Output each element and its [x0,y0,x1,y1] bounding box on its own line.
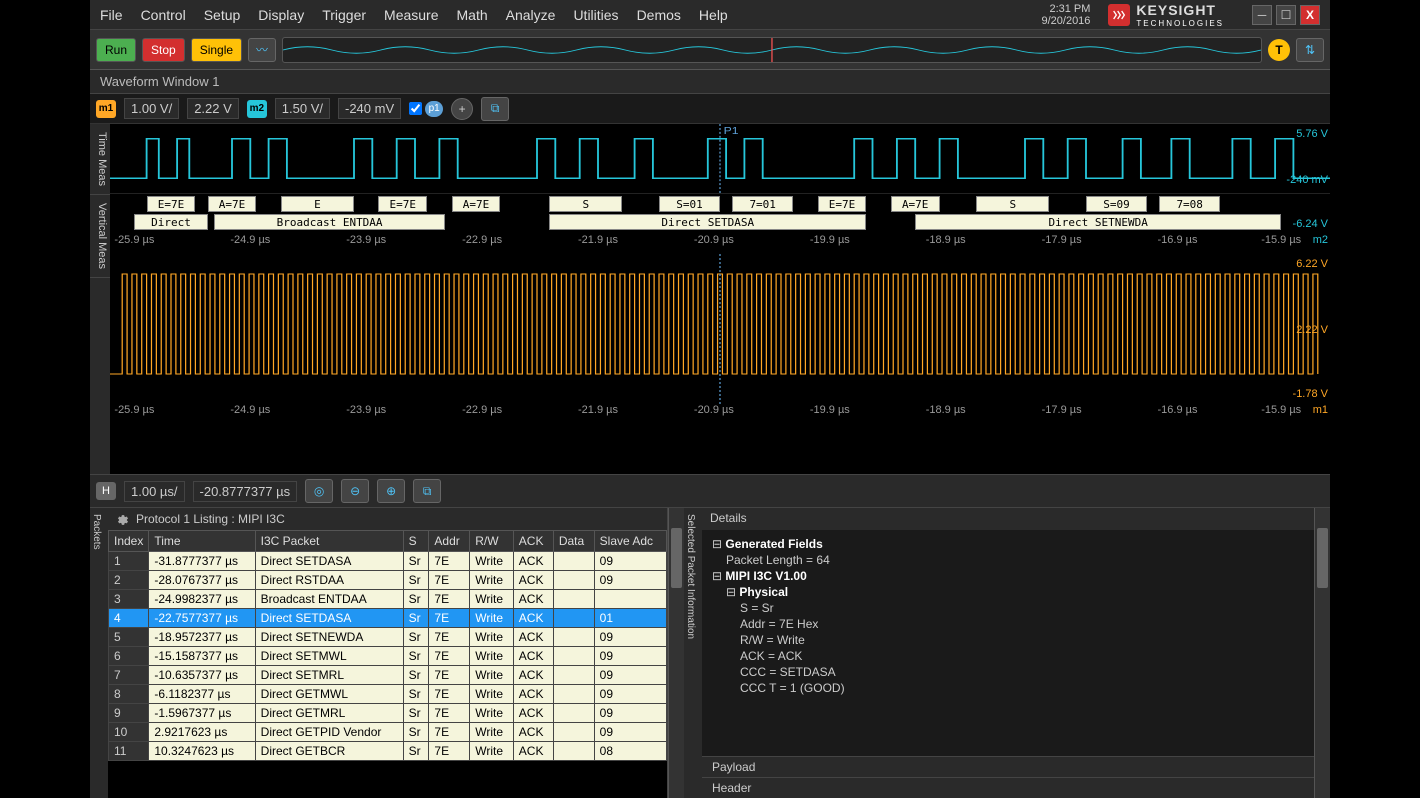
zoom-in-icon[interactable]: ⊕ [377,479,405,503]
table-row[interactable]: 6-15.1587377 µsDirect SETMWLSr7EWriteACK… [109,647,667,666]
vertical-meas-tab[interactable]: Vertical Meas [90,195,110,278]
ch2-mid-label: -240 mV [1286,174,1328,186]
run-button[interactable]: Run [96,38,136,62]
horizontal-controls: H 1.00 µs/ -20.8777377 µs ◎ ⊖ ⊕ ⧉ [90,474,1330,508]
menu-analyze[interactable]: Analyze [506,7,556,23]
details-header: Details [702,508,1314,530]
menu-help[interactable]: Help [699,7,728,23]
time-meas-tab[interactable]: Time Meas [90,124,110,195]
menu-bar: File Control Setup Display Trigger Measu… [90,0,1330,30]
protocol-table[interactable]: IndexTimeI3C PacketSAddrR/WACKDataSlave … [108,530,667,798]
horiz-badge[interactable]: H [96,482,116,500]
table-row[interactable]: 8-6.1182377 µsDirect GETMWLSr7EWriteACK0… [109,685,667,704]
menu-setup[interactable]: Setup [204,7,241,23]
svg-text:P1: P1 [724,126,739,137]
stop-button[interactable]: Stop [142,38,185,62]
header-section[interactable]: Header [702,777,1314,798]
dock-icon[interactable]: ⧉ [481,97,509,121]
menu-math[interactable]: Math [457,7,488,23]
channel1-offset[interactable]: 2.22 V [187,98,239,119]
add-channel-button[interactable]: + [451,98,473,120]
dock2-icon[interactable]: ⧉ [413,479,441,503]
menu-measure[interactable]: Measure [384,7,438,23]
table-row[interactable]: 3-24.9982377 µsBroadcast ENTDAASr7EWrite… [109,590,667,609]
channel2-waveform[interactable]: P1 5.76 V -240 mV [110,124,1330,194]
details-tree[interactable]: ⊟ Generated Fields Packet Length = 64 ⊟ … [702,530,1314,756]
channel2-offset[interactable]: -240 mV [338,98,401,119]
table-row[interactable]: 102.9217623 µsDirect GETPID VendorSr7EWr… [109,723,667,742]
packets-tab[interactable]: Packets [90,508,103,556]
table-row[interactable]: 1110.3247623 µsDirect GETBCRSr7EWriteACK… [109,742,667,761]
protocol-decode-row: E=7E A=7E E E=7E A=7E S S=01 7=01 E=7E A… [110,194,1330,234]
protocol-listing-header: Protocol 1 Listing : MIPI I3C [108,508,667,530]
waveform-overview[interactable] [282,37,1262,63]
menu-file[interactable]: File [100,7,123,23]
maximize-button[interactable]: ☐ [1276,5,1296,25]
keysight-logo: KEYSIGHTTECHNOLOGIES [1108,2,1224,28]
menu-demos[interactable]: Demos [637,7,681,23]
zoom-out-icon[interactable]: ⊖ [341,479,369,503]
table-row[interactable]: 1-31.8777377 µsDirect SETDASASr7EWriteAC… [109,552,667,571]
horiz-scale[interactable]: 1.00 µs/ [124,481,185,502]
toggle-icon[interactable]: ⇅ [1296,38,1324,62]
p1-checkbox[interactable] [409,102,422,115]
ch1-hi-label: 6.22 V [1296,258,1328,270]
trigger-marker[interactable]: T [1268,39,1290,61]
time-axis-bottom: -25.9 µs-24.9 µs-23.9 µs-22.9 µs-21.9 µs… [110,404,1330,424]
autoset-icon[interactable]: 〰 [248,38,276,62]
table-row[interactable]: 2-28.0767377 µsDirect RSTDAASr7EWriteACK… [109,571,667,590]
table-row[interactable]: 7-10.6357377 µsDirect SETMRLSr7EWriteACK… [109,666,667,685]
channel2-scale[interactable]: 1.50 V/ [275,98,330,119]
channel1-scale[interactable]: 1.00 V/ [124,98,179,119]
selected-packet-tab[interactable]: Selected Packet Information [684,508,697,645]
clock: 2:31 PM 9/20/2016 [1041,3,1090,27]
channel-bar: m1 1.00 V/ 2.22 V m2 1.50 V/ -240 mV p1 … [90,94,1330,124]
minimize-button[interactable]: ─ [1252,5,1272,25]
single-button[interactable]: Single [191,38,242,62]
window-label: Waveform Window 1 [90,70,1330,94]
zoom-knob-icon[interactable]: ◎ [305,479,333,503]
ch1-lo-label: -1.78 V [1293,388,1328,400]
ch2-lo-label: -6.24 V [1293,218,1328,230]
table-row[interactable]: 5-18.9572377 µsDirect SETNEWDASr7EWriteA… [109,628,667,647]
channel2-badge[interactable]: m2 [247,100,267,118]
table-row[interactable]: 4-22.7577377 µsDirect SETDASASr7EWriteAC… [109,609,667,628]
ch1-mid-label: 2.22 V [1296,324,1328,336]
channel1-waveform[interactable]: 6.22 V 2.22 V -1.78 V [110,254,1330,404]
details-scrollbar[interactable] [1314,508,1330,798]
time-axis-top: -25.9 µs-24.9 µs-23.9 µs-22.9 µs-21.9 µs… [110,234,1330,254]
close-button[interactable]: X [1300,5,1320,25]
gear-icon[interactable] [116,512,130,526]
menu-control[interactable]: Control [141,7,186,23]
payload-section[interactable]: Payload [702,756,1314,777]
horiz-delay[interactable]: -20.8777377 µs [193,481,298,502]
menu-display[interactable]: Display [258,7,304,23]
menu-trigger[interactable]: Trigger [322,7,366,23]
p1-badge[interactable]: p1 [425,101,443,117]
table-scrollbar[interactable] [668,508,684,798]
menu-utilities[interactable]: Utilities [573,7,618,23]
ch2-hi-label: 5.76 V [1296,128,1328,140]
channel1-badge[interactable]: m1 [96,100,116,118]
table-row[interactable]: 9-1.5967377 µsDirect GETMRLSr7EWriteACK0… [109,704,667,723]
control-bar: Run Stop Single 〰 T ⇅ [90,30,1330,70]
